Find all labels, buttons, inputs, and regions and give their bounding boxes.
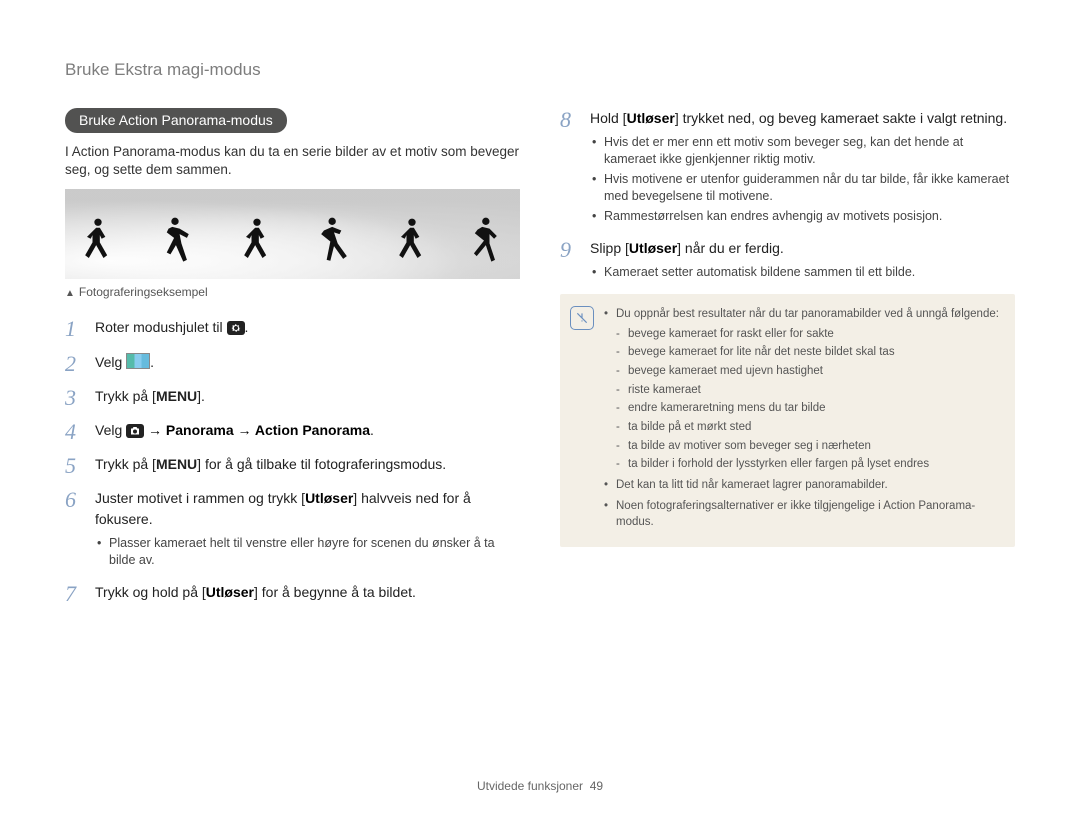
sub-bullet: Hvis det er mer enn ett motiv som bevege… bbox=[590, 134, 1015, 168]
camera-icon bbox=[126, 424, 144, 438]
caption-text: Fotograferingseksempel bbox=[79, 285, 208, 299]
caption-marker-icon: ▲ bbox=[65, 288, 75, 299]
step-sub-bullets: Kameraet setter automatisk bildene samme… bbox=[590, 264, 1015, 281]
step-number: 5 bbox=[65, 454, 83, 478]
breadcrumb: Bruke Ekstra magi-modus bbox=[65, 60, 1015, 80]
note-inner-item: bevege kameraet med ujevn hastighet bbox=[616, 363, 1001, 380]
steps-list-right: 8Hold [Utløser] trykket ned, og beveg ka… bbox=[560, 108, 1015, 284]
illustration-caption: ▲ Fotograferingseksempel bbox=[65, 285, 520, 299]
page-footer: Utvidede funksjoner 49 bbox=[0, 779, 1080, 793]
step-number: 7 bbox=[65, 582, 83, 606]
step-body: Slipp [Utløser] når du er ferdig.Kamerae… bbox=[590, 238, 1015, 284]
left-column: Bruke Action Panorama-modus I Action Pan… bbox=[65, 108, 520, 616]
note-inner-item: ta bilde av motiver som beveger seg i næ… bbox=[616, 438, 1001, 455]
panorama-thumbnail-icon bbox=[126, 353, 150, 369]
step-body: Velg → Panorama → Action Panorama. bbox=[95, 420, 520, 444]
step-number: 6 bbox=[65, 488, 83, 571]
step-number: 2 bbox=[65, 352, 83, 376]
footer-page-number: 49 bbox=[590, 779, 603, 793]
step-sub-bullets: Hvis det er mer enn ett motiv som bevege… bbox=[590, 134, 1015, 224]
step-item: 8Hold [Utløser] trykket ned, og beveg ka… bbox=[560, 108, 1015, 228]
note-tail-item: Noen fotograferingsalternativer er ikke … bbox=[604, 498, 1001, 531]
step-body: Roter modushjulet til . bbox=[95, 317, 520, 341]
sub-bullet: Rammestørrelsen kan endres avhengig av m… bbox=[590, 208, 1015, 225]
sub-bullet: Kameraet setter automatisk bildene samme… bbox=[590, 264, 1015, 281]
step-number: 8 bbox=[560, 108, 578, 228]
step-number: 3 bbox=[65, 386, 83, 410]
step-number: 9 bbox=[560, 238, 578, 284]
note-icon bbox=[570, 306, 594, 330]
step-body: Trykk og hold på [Utløser] for å begynne… bbox=[95, 582, 520, 606]
menu-label: MENU bbox=[156, 388, 197, 404]
step-body: Trykk på [MENU]. bbox=[95, 386, 520, 410]
mode-dial-icon bbox=[227, 321, 245, 335]
note-lead: Du oppnår best resultater når du tar pan… bbox=[604, 306, 1001, 473]
note-inner-item: ta bilder i forhold der lysstyrken eller… bbox=[616, 456, 1001, 473]
note-tail-item: Det kan ta litt tid når kameraet lagrer … bbox=[604, 477, 1001, 494]
note-inner-item: bevege kameraet for lite når det neste b… bbox=[616, 344, 1001, 361]
panorama-illustration bbox=[65, 189, 520, 279]
step-number: 1 bbox=[65, 317, 83, 341]
step-number: 4 bbox=[65, 420, 83, 444]
intro-text: I Action Panorama-modus kan du ta en ser… bbox=[65, 143, 520, 179]
note-box: Du oppnår best resultater når du tar pan… bbox=[560, 294, 1015, 547]
footer-label: Utvidede funksjoner bbox=[477, 779, 583, 793]
step-sub-bullets: Plasser kameraet helt til venstre eller … bbox=[95, 535, 520, 569]
step-item: 9 Slipp [Utløser] når du er ferdig.Kamera… bbox=[560, 238, 1015, 284]
note-inner-item: bevege kameraet for raskt eller for sakt… bbox=[616, 326, 1001, 343]
step-item: 3 Trykk på [MENU]. bbox=[65, 386, 520, 410]
steps-list-left: 1 Roter modushjulet til . 2 Velg . 3 Trykk på… bbox=[65, 317, 520, 605]
step-body: Hold [Utløser] trykket ned, og beveg kam… bbox=[590, 108, 1015, 228]
step-item: 6Juster motivet i rammen og trykk [Utløs… bbox=[65, 488, 520, 571]
menu-label: MENU bbox=[156, 456, 197, 472]
step-body: Trykk på [MENU] for å gå tilbake til fot… bbox=[95, 454, 520, 478]
note-inner-item: ta bilde på et mørkt sted bbox=[616, 419, 1001, 436]
step-body: Velg . bbox=[95, 352, 520, 376]
step-item: 7 Trykk og hold på [Utløser] for å begynn… bbox=[65, 582, 520, 606]
sub-bullet: Hvis motivene er utenfor guiderammen når… bbox=[590, 171, 1015, 205]
step-item: 4 Velg → Panorama → Action Panorama. bbox=[65, 420, 520, 444]
step-item: 1 Roter modushjulet til . bbox=[65, 317, 520, 341]
step-body: Juster motivet i rammen og trykk [Utløse… bbox=[95, 488, 520, 571]
sub-bullet: Plasser kameraet helt til venstre eller … bbox=[95, 535, 520, 569]
step-item: 2 Velg . bbox=[65, 352, 520, 376]
section-title-pill: Bruke Action Panorama-modus bbox=[65, 108, 287, 133]
note-inner-item: endre kameraretning mens du tar bilde bbox=[616, 400, 1001, 417]
step-item: 5 Trykk på [MENU] for å gå tilbake til fo… bbox=[65, 454, 520, 478]
right-column: 8Hold [Utløser] trykket ned, og beveg ka… bbox=[560, 108, 1015, 616]
note-inner-item: riste kameraet bbox=[616, 382, 1001, 399]
